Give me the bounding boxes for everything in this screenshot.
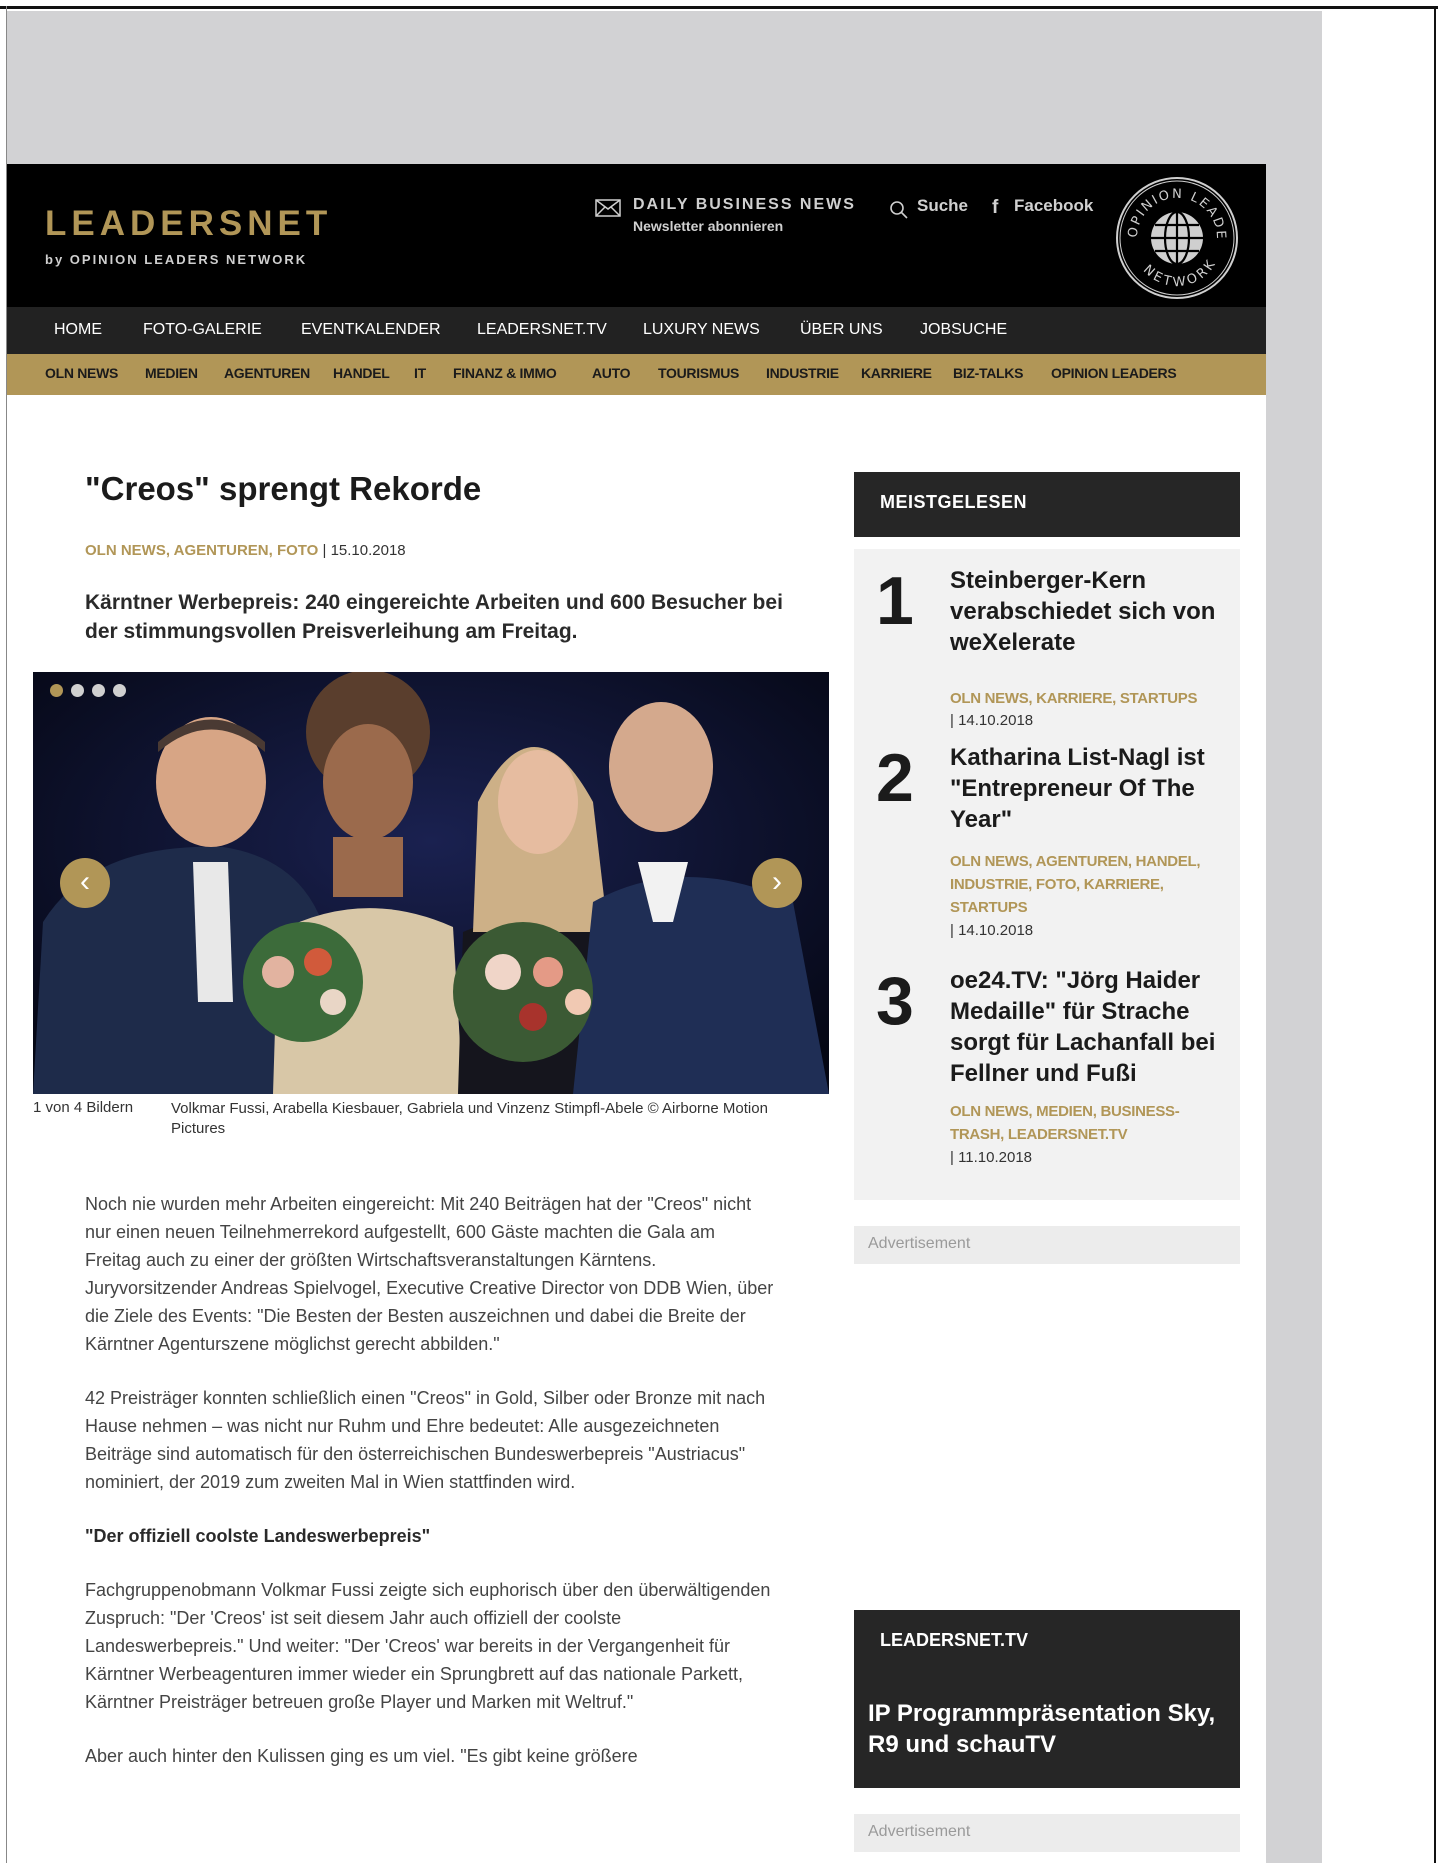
leadersnet-tv-teaser[interactable]: LEADERSNET.TV IP Programmpräsentation Sk… — [854, 1610, 1240, 1788]
advertisement-slot: Advertisement — [854, 1226, 1240, 1264]
most-read-date: | 14.10.2018 — [950, 922, 1034, 939]
gallery-photo — [33, 672, 829, 1094]
opinion-leaders-seal: OPINION LEADERS NETWORK — [1115, 176, 1238, 299]
most-read-title: MEISTGELESEN — [880, 492, 1028, 512]
gallery-dot[interactable] — [113, 684, 126, 697]
cat-karriere[interactable]: KARRIERE — [861, 365, 932, 381]
search-label: Suche — [917, 196, 969, 215]
article-meta: OLN NEWS, AGENTUREN, FOTO | 15.10.2018 — [85, 542, 406, 559]
cat-finanz-immo[interactable]: FINANZ & IMMO — [453, 365, 557, 381]
nav-luxury-news[interactable]: LUXURY NEWS — [643, 321, 760, 339]
nav-eventkalender[interactable]: EVENTKALENDER — [301, 321, 441, 339]
article-categories[interactable]: OLN NEWS, AGENTUREN, FOTO — [85, 542, 318, 559]
logo-tagline: by OPINION LEADERS NETWORK — [45, 252, 308, 267]
advertisement-label: Advertisement — [868, 1823, 971, 1840]
most-read-date: | 11.10.2018 — [950, 1149, 1033, 1166]
gallery-dot[interactable] — [50, 684, 63, 697]
gallery-dot[interactable] — [92, 684, 105, 697]
cat-medien[interactable]: MEDIEN — [145, 365, 198, 381]
most-read-date: | 14.10.2018 — [950, 712, 1034, 729]
advertisement-slot: Advertisement — [854, 1814, 1240, 1852]
article-paragraph: 42 Preisträger konnten schließlich einen… — [85, 1388, 766, 1492]
most-read-title-link[interactable]: Steinberger-Kern verabschiedet sich von … — [950, 565, 1230, 658]
site-logo[interactable]: LEADERSNET — [45, 204, 332, 244]
cat-biz-talks[interactable]: BIZ-TALKS — [953, 365, 1023, 381]
site-header: LEADERSNET by OPINION LEADERS NETWORK DA… — [7, 164, 1266, 307]
arrow-left-icon: ‹ — [80, 865, 90, 898]
most-read-categories[interactable]: OLN NEWS, KARRIERE, STARTUPS — [950, 687, 1230, 710]
nav-ueber-uns[interactable]: ÜBER UNS — [800, 321, 883, 339]
article-paragraph: Noch nie wurden mehr Arbeiten eingereich… — [85, 1194, 774, 1354]
article-title: "Creos" sprengt Rekorde — [85, 470, 482, 507]
cat-industrie[interactable]: INDUSTRIE — [766, 365, 839, 381]
cat-agenturen[interactable]: AGENTUREN — [224, 365, 310, 381]
article-paragraph: Fachgruppenobmann Volkmar Fussi zeigte s… — [85, 1580, 771, 1712]
article-subheading: "Der offiziell coolste Landeswerbepreis" — [85, 1526, 431, 1546]
gallery-prev-button[interactable]: ‹ — [60, 858, 110, 908]
facebook-icon: f — [992, 197, 999, 218]
nav-home[interactable]: HOME — [54, 321, 102, 339]
tv-section-label: LEADERSNET.TV — [880, 1630, 1029, 1650]
gallery-next-button[interactable]: › — [752, 858, 802, 908]
tv-teaser-title[interactable]: IP Programmpräsentation Sky, R9 und scha… — [868, 1698, 1228, 1760]
nav-leadersnet-tv[interactable]: LEADERSNET.TV — [477, 321, 607, 339]
most-read-categories[interactable]: OLN NEWS, AGENTUREN, HANDEL, INDUSTRIE, … — [950, 850, 1230, 919]
gallery-count: 1 von 4 Bildern — [33, 1099, 134, 1116]
most-read-title-link[interactable]: oe24.TV: "Jörg Haider Medaille" für Stra… — [950, 965, 1230, 1089]
right-ad-skyscraper — [1266, 164, 1322, 1863]
gallery-pagination — [50, 684, 134, 702]
main-navigation: HOME FOTO-GALERIE EVENTKALENDER LEADERSN… — [7, 307, 1266, 354]
most-read-title-link[interactable]: Katharina List-Nagl ist "Entrepreneur Of… — [950, 742, 1230, 835]
newsletter-title: DAILY BUSINESS NEWS — [633, 196, 856, 213]
article-body: Noch nie wurden mehr Arbeiten eingereich… — [85, 1190, 775, 1796]
most-read-list: 1 Steinberger-Kern verabschiedet sich vo… — [854, 549, 1240, 1200]
newsletter-subscribe: Newsletter abonnieren — [633, 218, 784, 234]
most-read-header: MEISTGELESEN — [854, 472, 1240, 537]
top-ad-banner — [7, 11, 1322, 164]
cat-opinion-leaders[interactable]: OPINION LEADERS — [1051, 365, 1177, 381]
nav-jobsuche[interactable]: JOBSUCHE — [920, 321, 1007, 339]
arrow-right-icon: › — [772, 865, 782, 898]
gallery-dot[interactable] — [71, 684, 84, 697]
cat-it[interactable]: IT — [414, 365, 426, 381]
article-date: | 15.10.2018 — [322, 542, 406, 559]
nav-foto-galerie[interactable]: FOTO-GALERIE — [143, 321, 262, 339]
cat-tourismus[interactable]: TOURISMUS — [658, 365, 739, 381]
article-paragraph: Aber auch hinter den Kulissen ging es um… — [85, 1746, 638, 1766]
article-lead: Kärntner Werbepreis: 240 eingereichte Ar… — [85, 591, 783, 643]
envelope-icon — [595, 199, 621, 217]
search-icon — [890, 201, 908, 219]
top-border — [0, 6, 1438, 9]
rank-number: 2 — [876, 740, 914, 816]
right-border — [1434, 6, 1436, 1863]
cat-oln-news[interactable]: OLN NEWS — [45, 365, 118, 381]
photo-gallery[interactable]: ‹ › — [33, 672, 829, 1094]
most-read-categories[interactable]: OLN NEWS, MEDIEN, BUSINESS-TRASH, LEADER… — [950, 1100, 1230, 1146]
rank-number: 3 — [876, 963, 914, 1039]
facebook-label: Facebook — [1014, 196, 1094, 215]
category-navigation: OLN NEWS MEDIEN AGENTUREN HANDEL IT FINA… — [7, 354, 1266, 395]
rank-number: 1 — [876, 563, 914, 639]
advertisement-label: Advertisement — [868, 1235, 971, 1252]
cat-handel[interactable]: HANDEL — [333, 365, 390, 381]
cat-auto[interactable]: AUTO — [592, 365, 631, 381]
gallery-caption: Volkmar Fussi, Arabella Kiesbauer, Gabri… — [171, 1100, 768, 1137]
